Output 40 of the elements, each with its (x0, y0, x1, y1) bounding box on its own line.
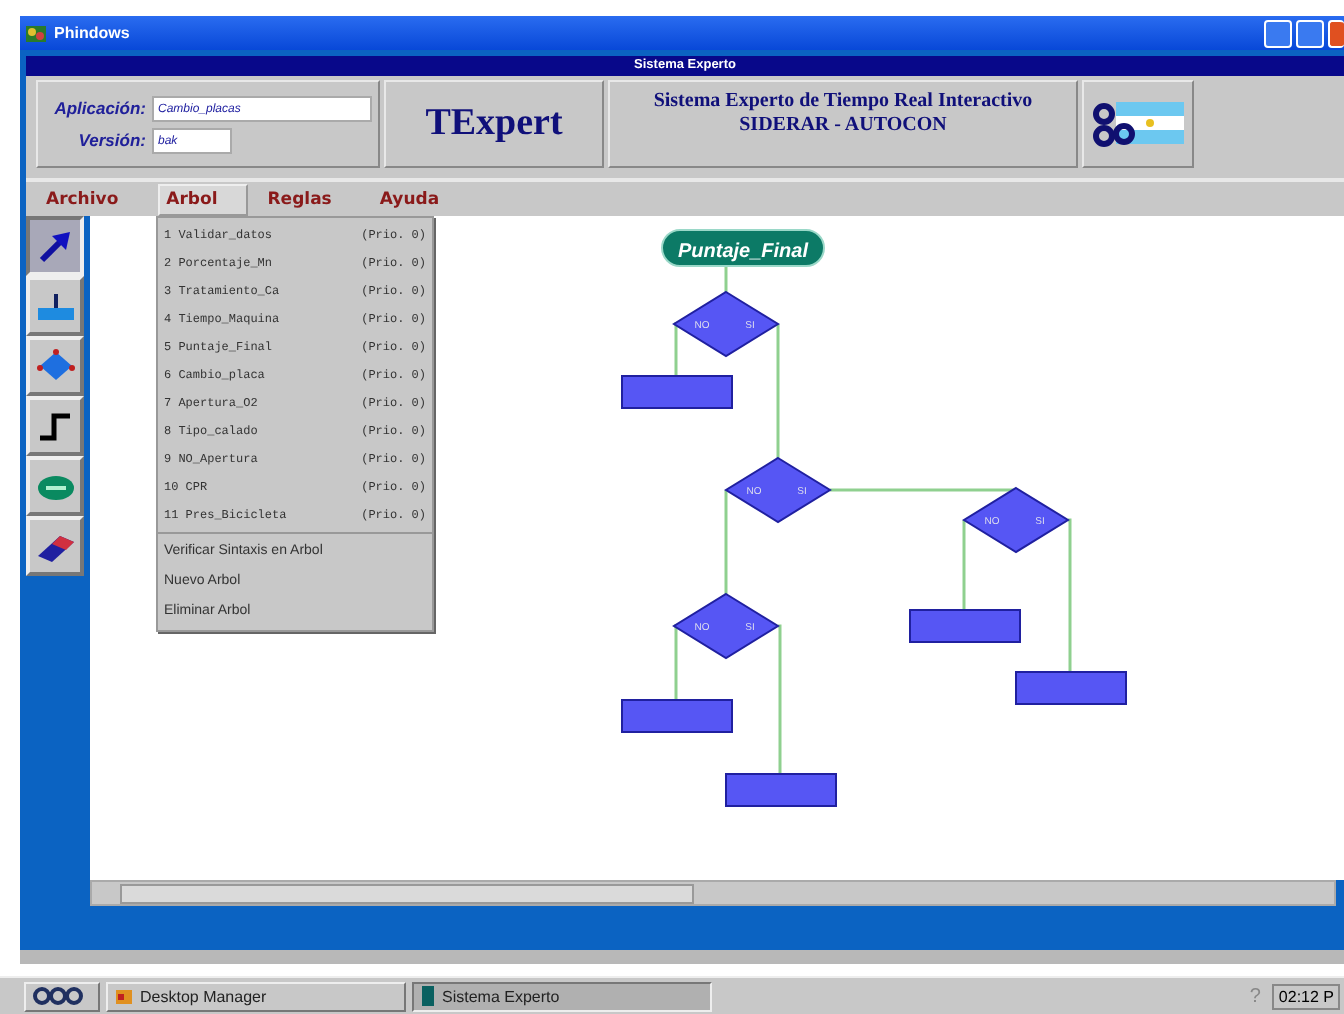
restore-button[interactable] (1296, 19, 1324, 47)
field-label: Versión: (76, 130, 146, 150)
block-tool-icon[interactable] (26, 276, 84, 336)
eraser-tool-icon[interactable] (26, 516, 84, 576)
menu-item[interactable]: Archivo (38, 183, 127, 215)
subtitle: SIDERAR - AUTOCON (739, 114, 947, 138)
subtitle: Sistema Experto de Tiempo Real Interactivo (653, 90, 1033, 114)
minimize-button[interactable] (1264, 19, 1292, 47)
app-icon (24, 23, 48, 43)
menu-item[interactable]: Ayuda (371, 183, 448, 215)
app-logo: TExpert (425, 102, 563, 146)
document-icon (420, 986, 436, 1006)
end-tool-icon[interactable] (26, 456, 84, 516)
folder-icon (114, 986, 134, 1006)
window-title: Phindows (54, 24, 130, 42)
connector-line (673, 624, 678, 700)
connector-line (776, 322, 780, 458)
horizontal-scrollbar[interactable] (90, 880, 1336, 906)
step-line-tool-icon[interactable] (26, 396, 84, 456)
connector-line (673, 322, 678, 376)
diamond-tool-icon[interactable] (26, 336, 84, 396)
menu-item[interactable]: Arbol (158, 183, 248, 215)
action-node[interactable] (621, 699, 733, 733)
taskbar-button[interactable]: Desktop Manager (106, 981, 406, 1011)
menu-item[interactable]: Reglas (259, 183, 340, 215)
action-node[interactable] (725, 773, 837, 807)
start-node[interactable]: Puntaje_Final (661, 229, 825, 267)
taskbar-button[interactable]: Sistema Experto (412, 981, 712, 1011)
start-button[interactable] (24, 981, 100, 1011)
action-node[interactable] (621, 375, 733, 409)
connector-line (724, 266, 728, 292)
arrow-tool-icon[interactable] (26, 216, 84, 276)
action-node[interactable] (909, 609, 1021, 643)
close-button[interactable] (1328, 19, 1344, 47)
field-label: Aplicación: (52, 98, 146, 118)
connector-line (962, 518, 966, 610)
clock: 02:12 P (1272, 983, 1340, 1009)
flag-logo-icon (1088, 98, 1188, 150)
connector-line (724, 488, 728, 594)
action-node[interactable] (1015, 671, 1127, 705)
